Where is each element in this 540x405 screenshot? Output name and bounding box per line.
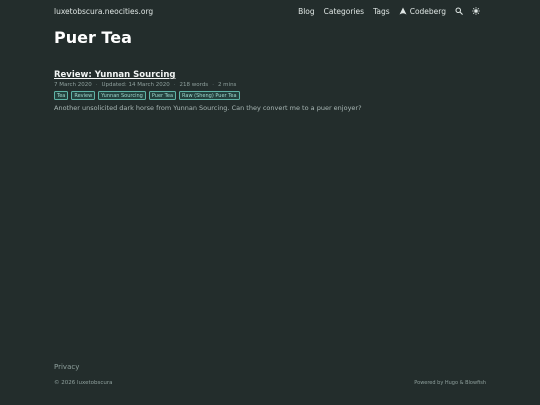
site-footer: © 2026 luxetobscura Powered by Hugo & Bl… bbox=[54, 380, 486, 386]
article-card: Review: Yunnan Sourcing 7 March 2020 · U… bbox=[54, 62, 486, 112]
article-reading-time: 2 mins bbox=[217, 82, 237, 88]
copyright-text: © 2026 luxetobscura bbox=[54, 380, 113, 386]
theme-toggle-icon bbox=[472, 7, 480, 15]
privacy-link[interactable]: Privacy bbox=[54, 363, 486, 371]
tag-puer-tea[interactable]: Puer Tea bbox=[148, 91, 177, 100]
nav-blog[interactable]: Blog bbox=[298, 7, 315, 16]
search-icon bbox=[455, 7, 463, 15]
site-header: luxetobscura.neocities.org Blog Categori… bbox=[54, 0, 480, 22]
tag-review[interactable]: Review bbox=[71, 91, 96, 100]
nav-categories[interactable]: Categories bbox=[324, 7, 364, 16]
codeberg-icon bbox=[399, 7, 407, 15]
theme-toggle-button[interactable] bbox=[472, 7, 480, 15]
article-tags: Tea Review Yunnan Sourcing Puer Tea Raw … bbox=[54, 91, 486, 100]
main-content: Puer Tea Review: Yunnan Sourcing 7 March… bbox=[54, 28, 486, 112]
article-summary: Another unsolicited dark horse from Yunn… bbox=[54, 104, 362, 112]
search-button[interactable] bbox=[455, 7, 463, 15]
article-meta: 7 March 2020 · Updated: 14 March 2020 · … bbox=[54, 82, 486, 88]
page-title: Puer Tea bbox=[54, 28, 132, 47]
meta-separator: · bbox=[173, 82, 176, 88]
tag-tea[interactable]: Tea bbox=[54, 91, 69, 100]
article-title-link[interactable]: Review: Yunnan Sourcing bbox=[54, 70, 175, 80]
nav-codeberg-label: Codeberg bbox=[409, 6, 446, 16]
meta-separator: · bbox=[212, 82, 214, 88]
main-nav: Blog Categories Tags Codeberg bbox=[298, 7, 480, 16]
article-updated: Updated: 14 March 2020 bbox=[101, 82, 170, 88]
meta-separator: · bbox=[95, 82, 98, 88]
nav-codeberg[interactable]: Codeberg bbox=[399, 7, 446, 16]
powered-by-link[interactable]: Powered by Hugo & Blowfish bbox=[414, 380, 486, 386]
tag-raw-sheng-puer-tea[interactable]: Raw (Sheng) Puer Tea bbox=[179, 91, 240, 100]
article-date: 7 March 2020 bbox=[54, 82, 92, 88]
tag-yunnan-sourcing[interactable]: Yunnan Sourcing bbox=[98, 91, 146, 100]
nav-tags[interactable]: Tags bbox=[373, 7, 390, 16]
article-word-count: 218 words bbox=[179, 82, 209, 88]
site-title-link[interactable]: luxetobscura.neocities.org bbox=[54, 7, 153, 16]
